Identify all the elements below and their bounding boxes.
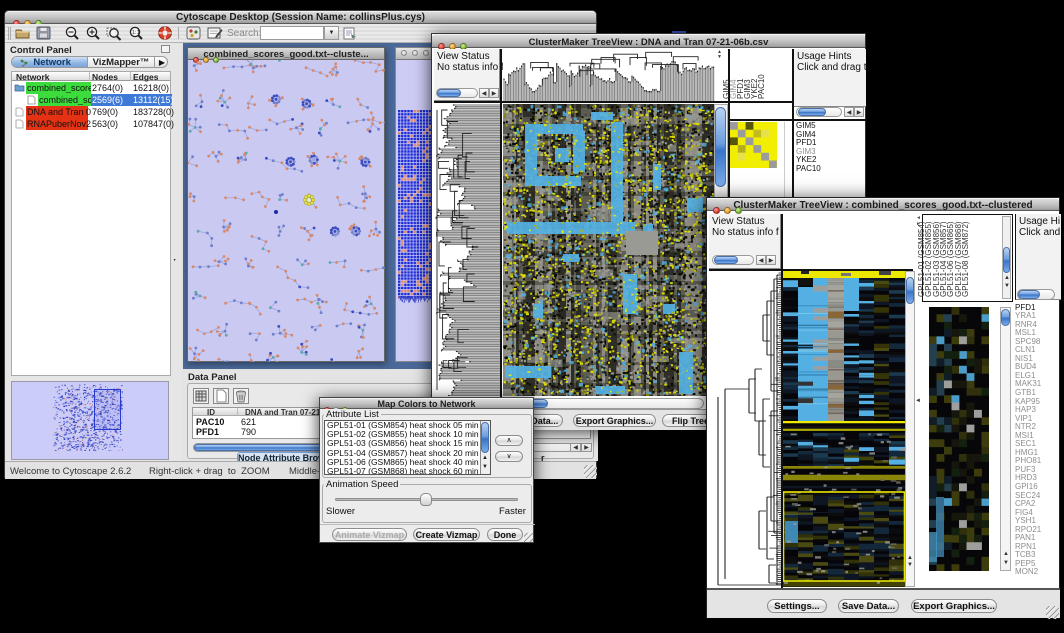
svg-text:1:1: 1:1 [132, 30, 140, 36]
